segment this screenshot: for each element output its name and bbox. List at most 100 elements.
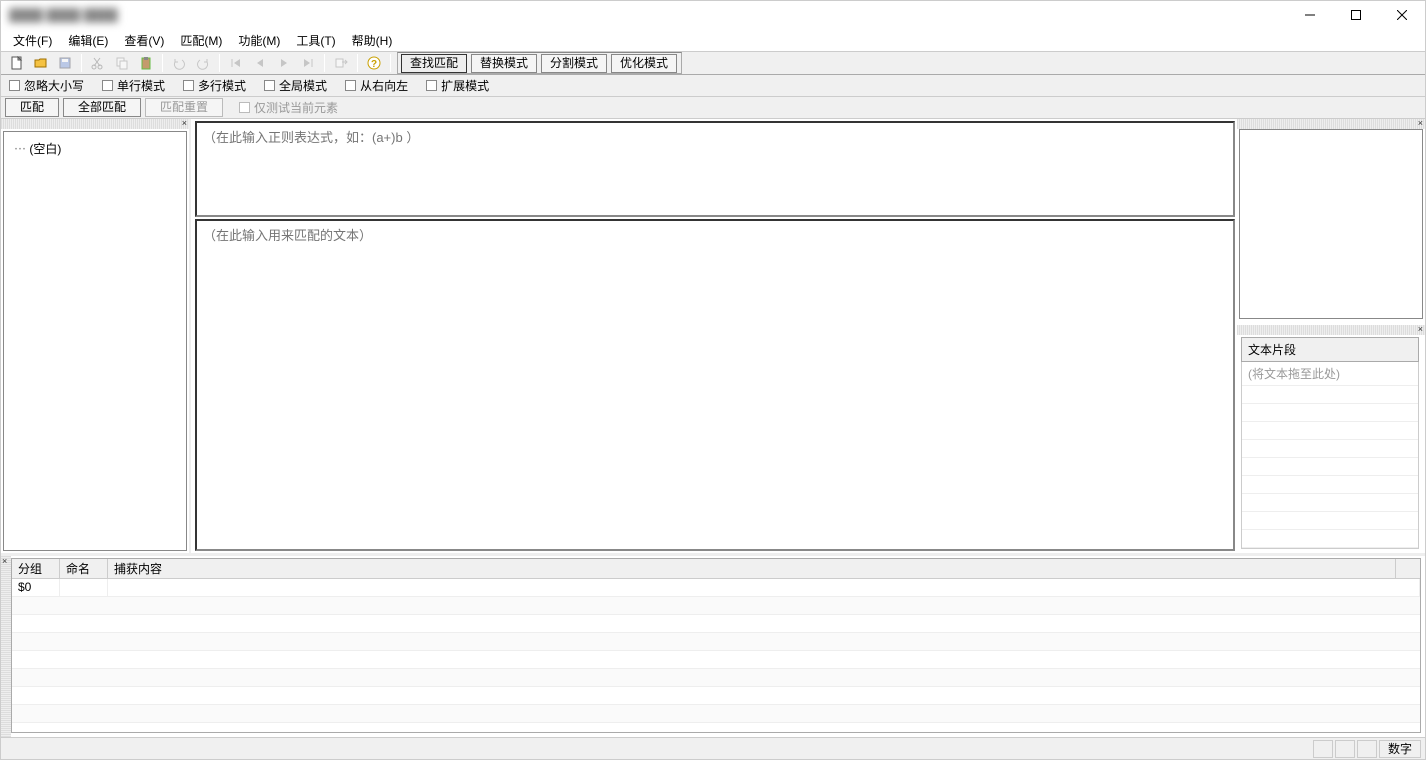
new-button[interactable]: [6, 53, 28, 73]
snippet-placeholder: (将文本拖至此处): [1242, 362, 1418, 386]
opt-rtl[interactable]: 从右向左: [345, 77, 408, 94]
toolbar: ? 查找匹配 替换模式 分割模式 优化模式: [1, 51, 1425, 75]
grid-row[interactable]: [12, 651, 1420, 669]
close-icon: [1397, 10, 1407, 20]
capture-grid: 分组 命名 捕获内容 $0: [11, 558, 1421, 733]
undo-icon: [172, 56, 186, 70]
status-bar: 数字: [1, 737, 1425, 759]
help-button[interactable]: ?: [363, 53, 385, 73]
open-button[interactable]: [30, 53, 52, 73]
minimize-button[interactable]: [1287, 1, 1333, 29]
menu-help[interactable]: 帮助(H): [344, 30, 401, 51]
btn-reset[interactable]: 匹配重置: [145, 98, 223, 117]
next-icon: [278, 57, 290, 69]
grid-row[interactable]: [12, 705, 1420, 723]
cut-button[interactable]: [87, 53, 109, 73]
goto-button[interactable]: [330, 53, 352, 73]
undo-button[interactable]: [168, 53, 190, 73]
right-panel: × × 文本片段 (将文本拖至此处): [1237, 119, 1425, 553]
right-upper-grip[interactable]: ×: [1237, 119, 1425, 129]
grid-row[interactable]: [12, 633, 1420, 651]
menu-file[interactable]: 文件(F): [5, 30, 60, 51]
minimize-icon: [1305, 10, 1315, 20]
col-name-header[interactable]: 命名: [60, 559, 108, 578]
maximize-button[interactable]: [1333, 1, 1379, 29]
left-panel-grip[interactable]: ×: [1, 119, 189, 129]
bottom-panel-close[interactable]: ×: [2, 556, 7, 566]
snippet-body[interactable]: (将文本拖至此处): [1241, 362, 1419, 549]
status-numlock: 数字: [1379, 740, 1421, 758]
copy-icon: [115, 56, 129, 70]
left-tree-panel: × ⋯ (空白): [1, 119, 191, 553]
grid-row[interactable]: [12, 597, 1420, 615]
paste-icon: [139, 56, 153, 70]
opt-singleline[interactable]: 单行模式: [102, 77, 165, 94]
window-title: ████ ████ ████: [9, 8, 118, 22]
opt-global[interactable]: 全局模式: [264, 77, 327, 94]
menu-view[interactable]: 查看(V): [116, 30, 172, 51]
bottom-panel: × 分组 命名 捕获内容 $0: [1, 553, 1425, 737]
mode-optimize[interactable]: 优化模式: [611, 54, 677, 73]
help-icon: ?: [367, 56, 381, 70]
col-end-header[interactable]: [1396, 559, 1420, 578]
new-file-icon: [10, 56, 24, 70]
bottom-panel-grip[interactable]: ×: [1, 556, 11, 737]
btn-match-all[interactable]: 全部匹配: [63, 98, 141, 117]
maximize-icon: [1351, 10, 1361, 20]
tree-view[interactable]: ⋯ (空白): [3, 131, 187, 551]
redo-icon: [196, 56, 210, 70]
text-input[interactable]: [195, 219, 1235, 551]
center-panel: [191, 119, 1237, 553]
opt-extended[interactable]: 扩展模式: [426, 77, 489, 94]
goto-icon: [334, 56, 348, 70]
grid-row[interactable]: [12, 615, 1420, 633]
options-bar: 忽略大小写 单行模式 多行模式 全局模式 从右向左 扩展模式: [1, 75, 1425, 97]
col-content-header[interactable]: 捕获内容: [108, 559, 1396, 578]
tree-root-item[interactable]: ⋯ (空白): [10, 138, 180, 159]
mode-replace[interactable]: 替换模式: [471, 54, 537, 73]
last-icon: [302, 57, 314, 69]
action-bar: 匹配 全部匹配 匹配重置 仅测试当前元素: [1, 97, 1425, 119]
redo-button[interactable]: [192, 53, 214, 73]
opt-multiline[interactable]: 多行模式: [183, 77, 246, 94]
right-upper-close[interactable]: ×: [1418, 118, 1423, 128]
save-button[interactable]: [54, 53, 76, 73]
btn-match[interactable]: 匹配: [5, 98, 59, 117]
svg-text:?: ?: [371, 59, 377, 70]
close-button[interactable]: [1379, 1, 1425, 29]
save-icon: [58, 56, 72, 70]
left-panel-close[interactable]: ×: [182, 118, 187, 128]
titlebar: ████ ████ ████: [1, 1, 1425, 29]
status-cell-2: [1335, 740, 1355, 758]
mode-split[interactable]: 分割模式: [541, 54, 607, 73]
first-icon: [230, 57, 242, 69]
regex-input[interactable]: [195, 121, 1235, 217]
right-lower-grip[interactable]: ×: [1237, 325, 1425, 335]
open-folder-icon: [34, 56, 48, 70]
menu-edit[interactable]: 编辑(E): [60, 30, 116, 51]
copy-button[interactable]: [111, 53, 133, 73]
menu-bar: 文件(F) 编辑(E) 查看(V) 匹配(M) 功能(M) 工具(T) 帮助(H…: [1, 29, 1425, 51]
prev-icon: [254, 57, 266, 69]
opt-current-element[interactable]: 仅测试当前元素: [239, 99, 338, 116]
right-upper-content[interactable]: [1239, 129, 1423, 319]
menu-match[interactable]: 匹配(M): [172, 30, 230, 51]
paste-button[interactable]: [135, 53, 157, 73]
mode-find-match[interactable]: 查找匹配: [401, 54, 467, 73]
grid-row[interactable]: $0: [12, 579, 1420, 597]
grid-row[interactable]: [12, 687, 1420, 705]
first-button[interactable]: [225, 53, 247, 73]
cut-icon: [91, 56, 105, 70]
menu-tools[interactable]: 工具(T): [288, 30, 343, 51]
menu-function[interactable]: 功能(M): [230, 30, 288, 51]
grid-row[interactable]: [12, 669, 1420, 687]
status-cell-3: [1357, 740, 1377, 758]
next-button[interactable]: [273, 53, 295, 73]
prev-button[interactable]: [249, 53, 271, 73]
snippet-header: 文本片段: [1241, 337, 1419, 362]
opt-ignorecase[interactable]: 忽略大小写: [9, 77, 84, 94]
col-group-header[interactable]: 分组: [12, 559, 60, 578]
status-cell-1: [1313, 740, 1333, 758]
right-lower-close[interactable]: ×: [1418, 324, 1423, 334]
last-button[interactable]: [297, 53, 319, 73]
